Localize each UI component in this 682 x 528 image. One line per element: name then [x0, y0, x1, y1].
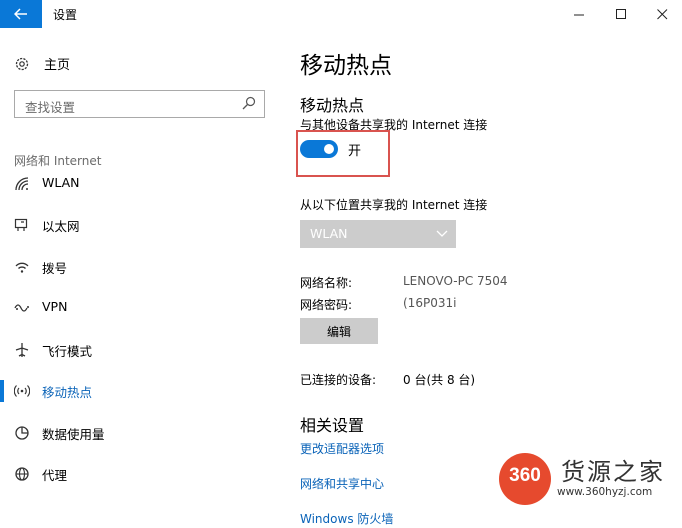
- related-settings-title: 相关设置: [300, 416, 365, 435]
- network-password-value: (16P031i: [403, 296, 457, 310]
- sidebar-item-airplane-mode[interactable]: 飞行模式: [0, 330, 282, 370]
- vpn-icon: [14, 300, 30, 316]
- home-label: 主页: [44, 58, 71, 73]
- sidebar-item-proxy[interactable]: 代理: [0, 454, 282, 494]
- sidebar-item-label: 数据使用量: [42, 427, 105, 442]
- search-placeholder: 查找设置: [25, 100, 76, 115]
- share-from-select[interactable]: WLAN: [300, 220, 456, 248]
- active-indicator: [0, 380, 4, 402]
- hotspot-icon: [14, 383, 30, 399]
- airplane-icon: [14, 342, 30, 358]
- toggle-knob: [324, 144, 334, 154]
- title-bar: 设置: [0, 0, 682, 28]
- link-network-sharing-center[interactable]: 网络和共享中心: [300, 475, 384, 492]
- sidebar-item-wlan[interactable]: WLAN: [0, 164, 282, 204]
- hotspot-toggle[interactable]: [300, 140, 338, 158]
- network-name-value: LENOVO-PC 7504: [403, 274, 508, 288]
- sidebar-item-label: 拨号: [42, 261, 68, 276]
- minimize-button[interactable]: [562, 0, 596, 28]
- connected-devices-value: 0 台(共 8 台): [403, 373, 476, 387]
- minimize-icon: [573, 14, 584, 15]
- toggle-state-label: 开: [348, 144, 362, 159]
- link-windows-firewall[interactable]: Windows 防火墙: [300, 510, 393, 527]
- connected-devices-label: 已连接的设备:: [300, 373, 377, 387]
- sidebar-item-label: VPN: [42, 299, 68, 314]
- sidebar-item-label: 移动热点: [42, 385, 93, 400]
- wifi-icon: [14, 176, 30, 192]
- sidebar-item-vpn[interactable]: VPN: [0, 288, 282, 328]
- ethernet-icon: [14, 217, 30, 233]
- home-nav-item[interactable]: 主页: [14, 54, 70, 73]
- watermark-url: www.360hyzj.com: [557, 486, 653, 498]
- network-name-label: 网络名称:: [300, 276, 353, 290]
- section-title: 移动热点: [300, 96, 365, 115]
- sidebar-item-label: 飞行模式: [42, 344, 93, 359]
- chevron-down-icon: [436, 230, 448, 237]
- close-button[interactable]: [645, 0, 679, 28]
- sidebar-item-dialup[interactable]: 拨号: [0, 247, 282, 287]
- sidebar-item-label: 以太网: [42, 219, 80, 234]
- watermark-name: 货源之家: [561, 458, 665, 486]
- sidebar: 主页 查找设置 网络和 Internet WLAN 以太网 拨号 VPN 飞行模…: [0, 28, 282, 528]
- sidebar-item-data-usage[interactable]: 数据使用量: [0, 413, 282, 453]
- gear-icon: [15, 57, 29, 70]
- network-password-label: 网络密码:: [300, 298, 353, 312]
- watermark-logo-text: 360: [509, 465, 541, 486]
- select-value: WLAN: [310, 226, 348, 241]
- globe-icon: [14, 466, 30, 482]
- back-button[interactable]: [0, 0, 42, 28]
- sidebar-item-ethernet[interactable]: 以太网: [0, 205, 282, 245]
- close-icon: [656, 8, 667, 19]
- maximize-icon: [615, 8, 626, 19]
- sidebar-item-mobile-hotspot[interactable]: 移动热点: [0, 371, 282, 411]
- watermark: 360 货源之家 www.360hyzj.com: [499, 450, 682, 528]
- sidebar-item-label: 代理: [42, 468, 68, 483]
- page-title: 移动热点: [300, 53, 392, 79]
- search-icon: [242, 96, 256, 110]
- window-title: 设置: [53, 8, 78, 22]
- sidebar-item-label: WLAN: [42, 175, 80, 190]
- dialup-icon: [14, 259, 30, 275]
- edit-button[interactable]: 编辑: [300, 318, 378, 344]
- back-arrow-icon: [14, 8, 27, 20]
- share-from-label: 从以下位置共享我的 Internet 连接: [300, 198, 488, 212]
- link-adapter-options[interactable]: 更改适配器选项: [300, 440, 384, 457]
- data-usage-icon: [14, 425, 30, 441]
- maximize-button[interactable]: [604, 0, 638, 28]
- search-input[interactable]: 查找设置: [14, 90, 265, 118]
